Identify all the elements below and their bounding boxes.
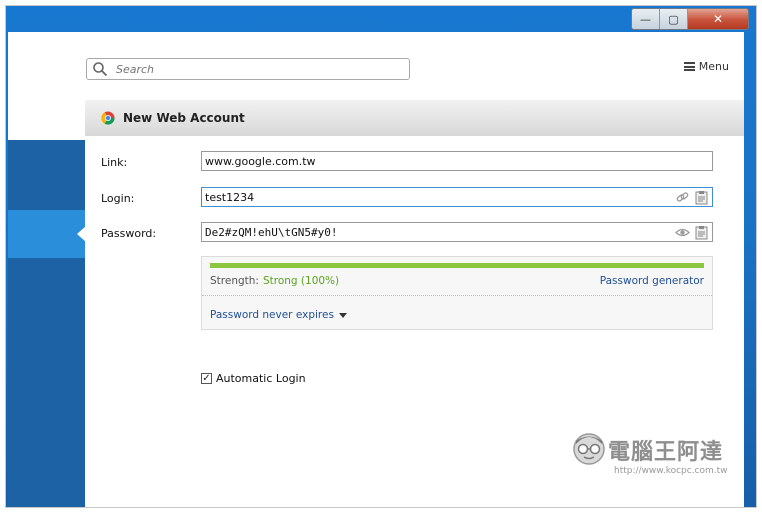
strength-text: Strength: Strong (100%) bbox=[210, 275, 339, 287]
strength-meter-bar bbox=[210, 263, 704, 268]
password-label: Password: bbox=[101, 227, 157, 240]
login-field[interactable] bbox=[201, 187, 713, 207]
watermark-name: 電腦王阿達 bbox=[608, 440, 724, 465]
strength-value: Strong (100%) bbox=[262, 275, 340, 287]
password-expiry-dropdown[interactable]: Password never expires bbox=[210, 309, 347, 321]
sidebar bbox=[8, 140, 85, 507]
password-strength-panel: Strength: Strong (100%) Password generato… bbox=[201, 256, 713, 330]
close-button[interactable]: ✕ bbox=[688, 9, 748, 29]
search-icon bbox=[93, 62, 108, 77]
automatic-login-checkbox[interactable]: ✓ bbox=[201, 373, 212, 384]
sidebar-item-selected[interactable] bbox=[8, 210, 85, 258]
minimize-button[interactable]: — bbox=[632, 9, 660, 29]
entry-header: New Web Account bbox=[85, 100, 744, 137]
window-controls: — ▢ ✕ bbox=[631, 8, 749, 30]
login-input[interactable] bbox=[202, 189, 667, 205]
show-password-eye-icon[interactable] bbox=[675, 225, 690, 240]
mascot-face-icon bbox=[573, 433, 605, 465]
menu-label: Menu bbox=[698, 60, 729, 73]
expiry-label: Password never expires bbox=[210, 309, 334, 321]
screenshot-frame: — ▢ ✕ Menu New Web Account bbox=[5, 5, 757, 508]
maximize-button[interactable]: ▢ bbox=[660, 9, 688, 29]
page-title: New Web Account bbox=[123, 111, 245, 125]
hamburger-icon bbox=[683, 62, 695, 71]
copy-password-icon[interactable] bbox=[694, 225, 709, 240]
caret-down-icon bbox=[338, 312, 347, 318]
automatic-login-option[interactable]: ✓ Automatic Login bbox=[201, 372, 306, 385]
watermark-logo: 電腦王阿達 http://www.kocpc.com.tw bbox=[572, 426, 752, 486]
search-box[interactable] bbox=[86, 58, 410, 80]
link-label: Link: bbox=[101, 156, 128, 169]
login-label: Login: bbox=[101, 192, 135, 205]
link-input[interactable] bbox=[202, 153, 667, 169]
menu-button[interactable]: Menu bbox=[683, 60, 729, 73]
password-input[interactable] bbox=[202, 224, 667, 240]
link-field[interactable] bbox=[201, 151, 713, 171]
password-field[interactable] bbox=[201, 222, 713, 242]
password-generator-link[interactable]: Password generator bbox=[600, 275, 704, 287]
google-chrome-icon bbox=[101, 111, 115, 125]
automatic-login-label: Automatic Login bbox=[216, 372, 306, 385]
divider bbox=[202, 295, 712, 296]
search-input[interactable] bbox=[114, 61, 388, 77]
link-chain-icon[interactable] bbox=[675, 190, 690, 205]
strength-label: Strength: bbox=[210, 275, 259, 287]
copy-clipboard-icon[interactable] bbox=[694, 190, 709, 205]
watermark-url: http://www.kocpc.com.tw bbox=[614, 466, 728, 476]
